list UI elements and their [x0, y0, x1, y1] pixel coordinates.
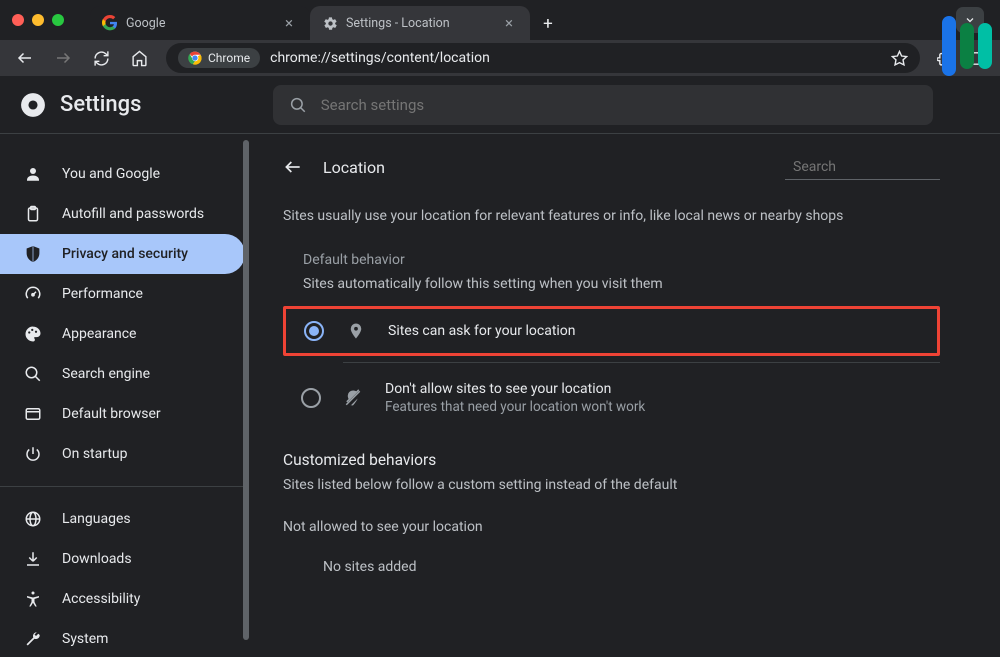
sidebar-item-autofill[interactable]: Autofill and passwords	[0, 194, 245, 234]
speedometer-icon	[24, 285, 42, 303]
content-header: Location	[283, 154, 940, 180]
settings-search-input[interactable]	[321, 96, 917, 114]
chrome-logo-icon	[20, 92, 46, 118]
inline-search[interactable]	[785, 154, 940, 180]
google-favicon-icon	[102, 15, 118, 31]
settings-title: Settings	[60, 92, 141, 117]
tab-google[interactable]: Google ×	[90, 6, 310, 40]
sidebar-item-label: Default browser	[62, 406, 161, 422]
reload-button[interactable]	[84, 43, 118, 73]
sidebar-item-appearance[interactable]: Appearance	[0, 314, 245, 354]
download-icon	[24, 550, 42, 568]
sidebar-item-downloads[interactable]: Downloads	[0, 539, 245, 579]
sidebar-item-privacy[interactable]: Privacy and security	[0, 234, 245, 274]
clipboard-icon	[24, 205, 42, 223]
radio-button-checked[interactable]	[304, 321, 324, 341]
globe-icon	[24, 510, 42, 528]
sidebar-item-performance[interactable]: Performance	[0, 274, 245, 314]
not-allowed-section-label: Not allowed to see your location	[283, 519, 940, 535]
home-button[interactable]	[122, 43, 156, 73]
bookmark-star-icon[interactable]	[891, 50, 908, 67]
sidebar-item-you[interactable]: You and Google	[0, 154, 245, 194]
tab-close-button[interactable]: ×	[280, 14, 298, 32]
titlebar: Google × Settings - Location × +	[0, 0, 1000, 40]
power-icon	[24, 445, 42, 463]
site-chip-label: Chrome	[208, 51, 250, 65]
address-bar[interactable]: Chrome chrome://settings/content/locatio…	[166, 43, 920, 73]
sidebar-item-label: You and Google	[62, 166, 160, 182]
watermark-logo	[942, 16, 992, 76]
sidebar-item-languages[interactable]: Languages	[0, 499, 245, 539]
wrench-icon	[24, 630, 42, 648]
forward-button[interactable]	[46, 43, 80, 73]
default-behavior-sub: Sites automatically follow this setting …	[303, 276, 940, 292]
minimize-window-button[interactable]	[32, 14, 44, 26]
sidebar-item-startup[interactable]: On startup	[0, 434, 245, 474]
radio-button-unchecked[interactable]	[301, 388, 321, 408]
accessibility-icon	[24, 590, 42, 608]
customized-behaviors-header: Customized behaviors	[283, 451, 940, 469]
gear-icon	[322, 15, 338, 31]
divider	[343, 362, 940, 363]
page-title: Location	[323, 158, 765, 177]
radio-dont-allow[interactable]: Don't allow sites to see your location F…	[283, 369, 940, 427]
sidebar-item-label: On startup	[62, 446, 128, 462]
inline-search-input[interactable]	[793, 159, 971, 175]
person-icon	[24, 165, 42, 183]
browser-window-icon	[24, 405, 42, 423]
sidebar-item-default-browser[interactable]: Default browser	[0, 394, 245, 434]
sidebar-separator	[0, 486, 245, 487]
radio-label: Sites can ask for your location	[388, 323, 576, 339]
settings-header: Settings	[0, 76, 1000, 134]
customized-behaviors-sub: Sites listed below follow a custom setti…	[283, 477, 940, 493]
location-description: Sites usually use your location for rele…	[283, 208, 940, 224]
sidebar-item-system[interactable]: System	[0, 619, 245, 657]
sidebar-item-label: Appearance	[62, 326, 136, 342]
site-info-chip[interactable]: Chrome	[178, 48, 260, 68]
tab-title: Google	[126, 16, 272, 31]
tab-title: Settings - Location	[346, 16, 492, 31]
sidebar-item-label: Downloads	[62, 551, 132, 567]
tab-settings[interactable]: Settings - Location ×	[310, 6, 530, 40]
settings-sidebar: You and Google Autofill and passwords Pr…	[0, 134, 253, 657]
default-behavior-label: Default behavior	[303, 252, 940, 268]
close-window-button[interactable]	[12, 14, 24, 26]
sidebar-item-label: Languages	[62, 511, 131, 527]
content-area: Location Sites usually use your location…	[253, 134, 1000, 657]
tab-strip: Google × Settings - Location × +	[90, 0, 562, 40]
tab-close-button[interactable]: ×	[500, 14, 518, 32]
sidebar-item-label: Search engine	[62, 366, 150, 382]
sidebar-item-label: Privacy and security	[62, 246, 188, 262]
sidebar-item-accessibility[interactable]: Accessibility	[0, 579, 245, 619]
url-text: chrome://settings/content/location	[270, 50, 881, 66]
no-sites-text: No sites added	[323, 559, 940, 575]
location-off-icon	[343, 389, 363, 407]
palette-icon	[24, 325, 42, 343]
back-arrow-button[interactable]	[283, 157, 303, 177]
sidebar-item-label: Performance	[62, 286, 143, 302]
sidebar-item-search[interactable]: Search engine	[0, 354, 245, 394]
window-controls-mac	[12, 14, 64, 26]
search-icon	[24, 365, 42, 383]
search-icon	[289, 96, 307, 114]
settings-search-bar[interactable]	[273, 85, 933, 125]
maximize-window-button[interactable]	[52, 14, 64, 26]
sidebar-item-label: Autofill and passwords	[62, 206, 204, 222]
browser-toolbar: Chrome chrome://settings/content/locatio…	[0, 40, 1000, 76]
back-button[interactable]	[8, 43, 42, 73]
new-tab-button[interactable]: +	[534, 10, 562, 38]
radio-sites-can-ask[interactable]: Sites can ask for your location	[283, 306, 940, 356]
radio-label: Don't allow sites to see your location	[385, 381, 645, 397]
sidebar-item-label: Accessibility	[62, 591, 140, 607]
shield-icon	[24, 245, 42, 263]
radio-sublabel: Features that need your location won't w…	[385, 399, 645, 415]
sidebar-item-label: System	[62, 631, 108, 647]
location-pin-icon	[346, 322, 366, 340]
